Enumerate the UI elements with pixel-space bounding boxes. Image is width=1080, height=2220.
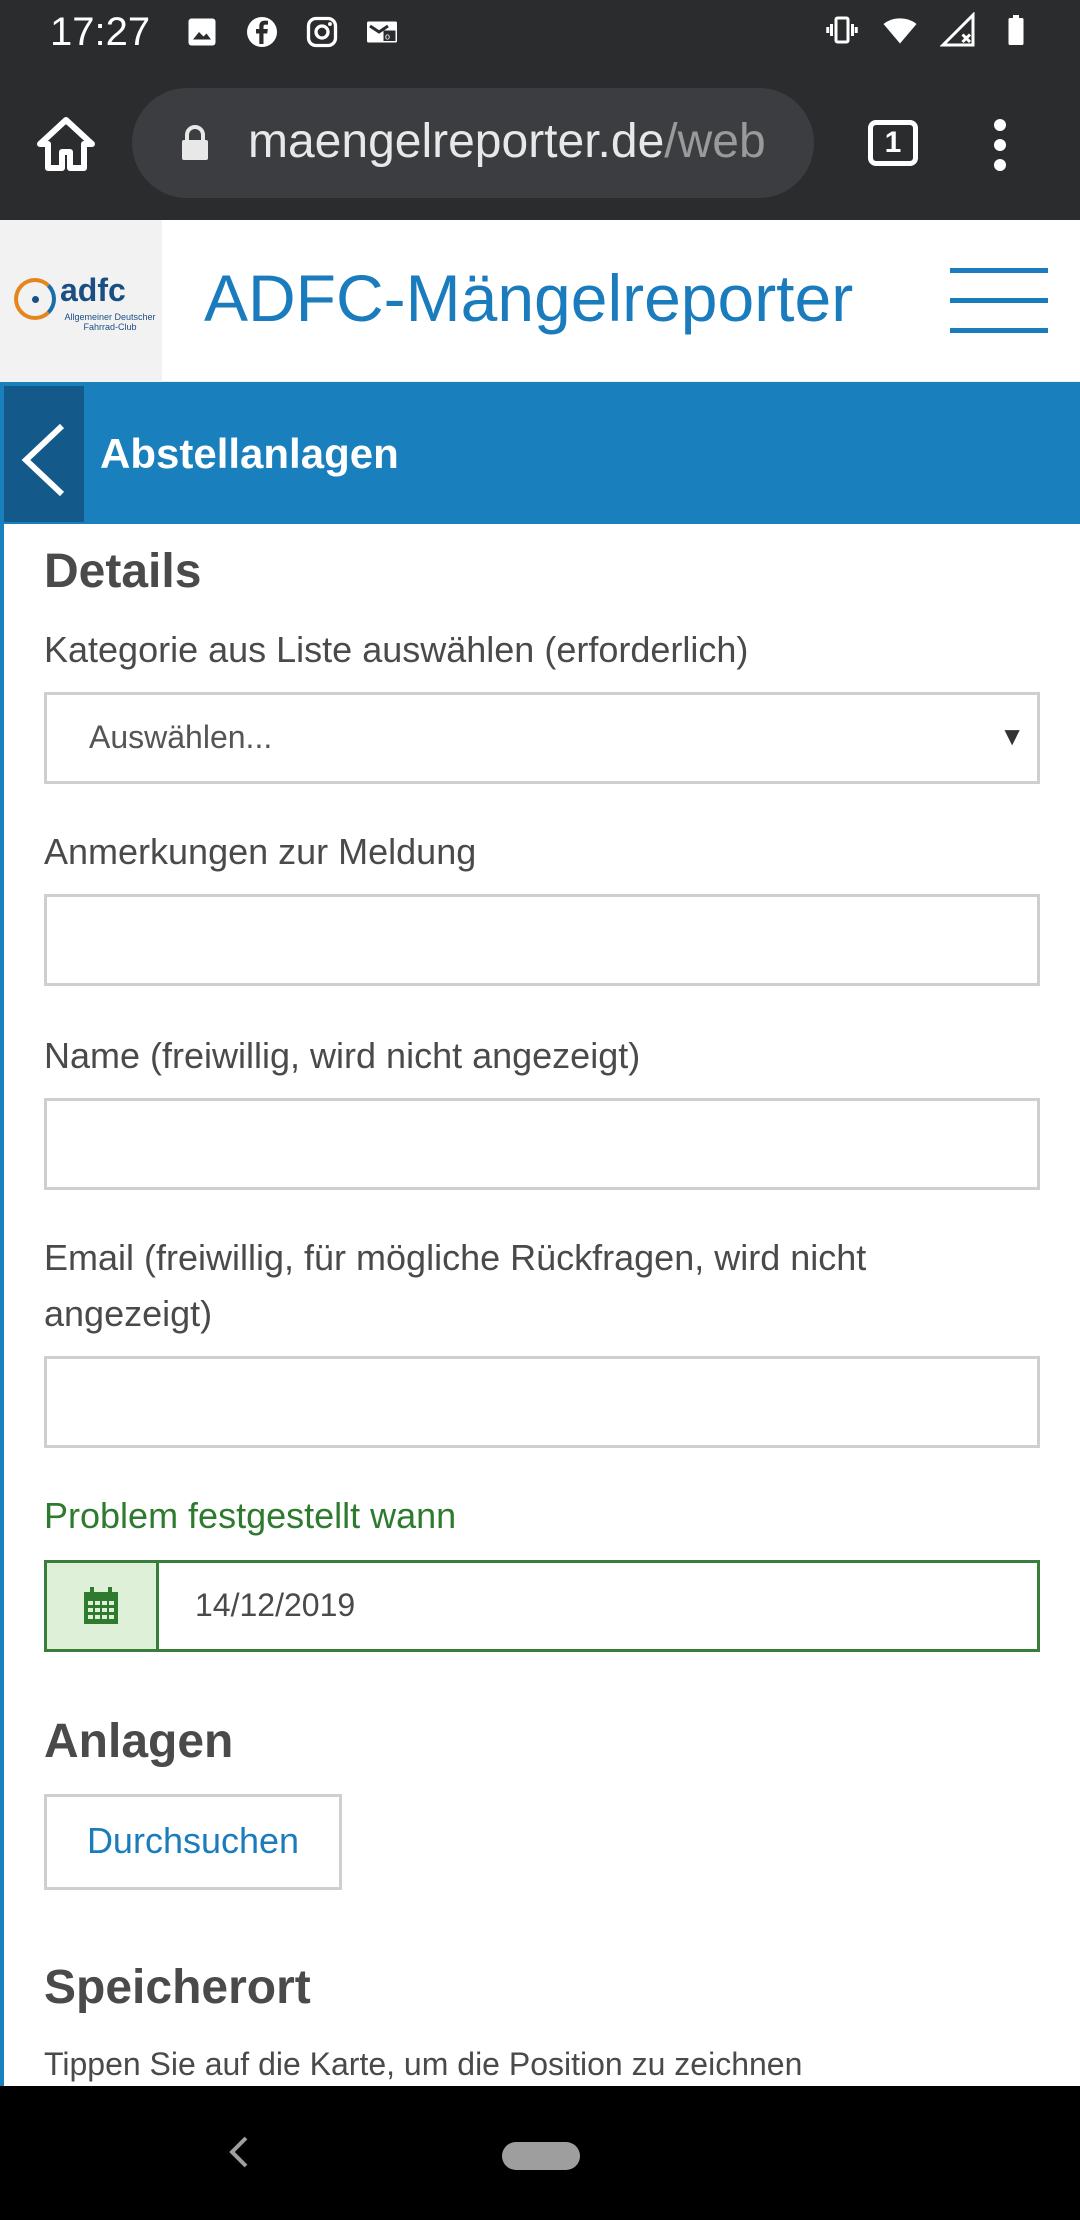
category-select-value: Auswählen... (89, 719, 273, 755)
site-header: adfc Allgemeiner Deutscher Fahrrad-Club … (0, 220, 1080, 382)
image-icon (188, 18, 216, 46)
nav-back-icon[interactable] (226, 2134, 250, 2170)
lock-icon (182, 125, 208, 160)
url-text: maengelreporter.de/web (248, 114, 766, 169)
name-label: Name (freiwillig, wird nicht angezeigt) (44, 1035, 641, 1076)
site-title[interactable]: ADFC-Mängelreporter (204, 260, 853, 336)
hamburger-line (950, 328, 1048, 333)
tab-switcher-button[interactable]: 1 (868, 120, 918, 166)
back-button[interactable] (4, 386, 84, 522)
hamburger-menu-icon[interactable] (950, 268, 1048, 334)
system-icons (824, 12, 1034, 48)
logo-word: adfc (60, 272, 126, 308)
name-input[interactable] (44, 1098, 1040, 1190)
dropdown-arrow-icon: ▼ (999, 721, 1025, 751)
details-heading: Details (44, 545, 202, 598)
category-label: Kategorie aus Liste auswählen (erforderl… (44, 629, 749, 670)
section-header: Abstellanlagen (0, 382, 1080, 524)
mail-icon: o (367, 21, 397, 43)
browse-button[interactable]: Durchsuchen (44, 1794, 342, 1890)
more-menu-icon[interactable] (990, 118, 1010, 172)
browser-toolbar: maengelreporter.de/web 1 (0, 66, 1080, 220)
wifi-icon (883, 18, 917, 44)
logo-dot (32, 296, 39, 303)
notes-input[interactable] (44, 894, 1040, 986)
category-select[interactable]: Auswählen... ▼ (44, 692, 1040, 784)
facebook-icon (247, 17, 277, 47)
url-path: /web (664, 115, 766, 168)
date-picker-button[interactable] (47, 1563, 159, 1649)
email-label: Email (freiwillig, für mögliche Rückfrag… (44, 1237, 867, 1334)
date-label: Problem festgestellt wann (44, 1495, 457, 1536)
date-value: 14/12/2019 (195, 1587, 356, 1623)
url-domain: maengelreporter.de (248, 115, 665, 168)
status-time: 17:27 (50, 10, 151, 54)
adfc-logo[interactable]: adfc Allgemeiner Deutscher Fahrrad-Club (0, 220, 162, 382)
notification-icons: o (184, 14, 400, 50)
vibrate-icon (826, 16, 858, 44)
home-icon[interactable] (34, 114, 98, 174)
instagram-icon (306, 16, 338, 48)
signal-icon (940, 12, 975, 47)
calendar-icon (84, 1587, 118, 1624)
notes-label: Anmerkungen zur Meldung (44, 831, 477, 872)
navigation-bar (0, 2086, 1080, 2220)
hamburger-line (950, 268, 1048, 273)
section-title: Abstellanlagen (100, 430, 399, 477)
email-input[interactable] (44, 1356, 1040, 1448)
battery-icon (1008, 15, 1024, 45)
attachments-heading: Anlagen (44, 1715, 234, 1768)
location-hint: Tippen Sie auf die Karte, um die Positio… (44, 2046, 803, 2082)
chevron-left-icon (21, 423, 65, 497)
nav-home-pill[interactable] (502, 2142, 580, 2170)
date-input[interactable]: 14/12/2019 (44, 1560, 1040, 1652)
svg-text:o: o (385, 32, 390, 42)
location-heading: Speicherort (44, 1961, 311, 2014)
logo-subtitle: Allgemeiner Deutscher Fahrrad-Club (64, 312, 156, 332)
status-bar: 17:27 o (0, 0, 1080, 66)
report-form: Details Kategorie aus Liste auswählen (e… (0, 524, 1080, 2086)
address-bar[interactable]: maengelreporter.de/web (132, 88, 814, 198)
hamburger-line (950, 298, 1048, 303)
